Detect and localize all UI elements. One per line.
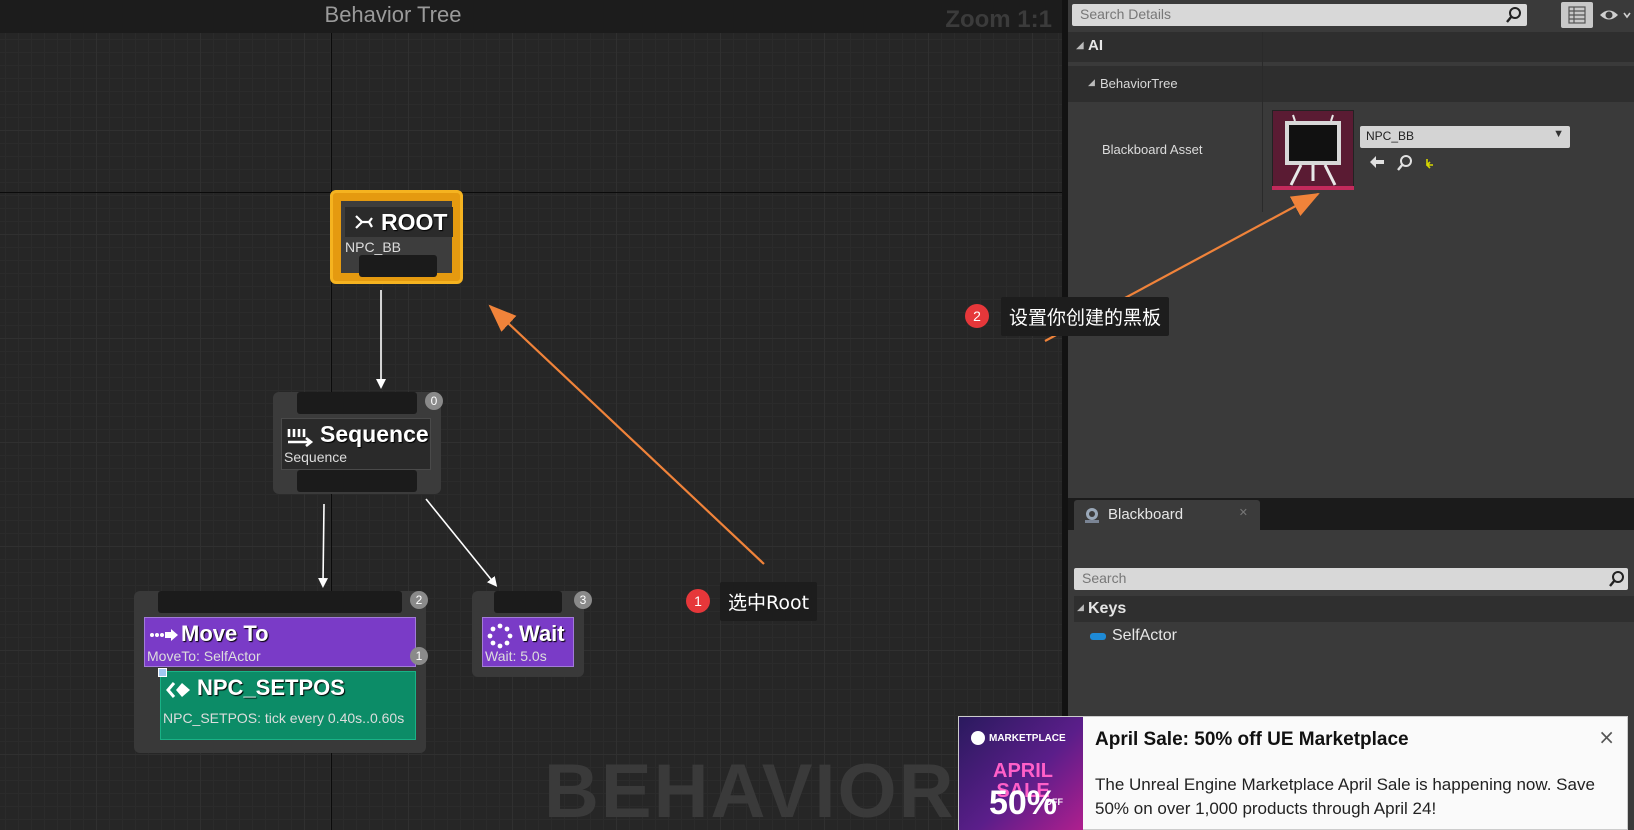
wait-input-pin[interactable]: [494, 591, 562, 613]
marketplace-notification[interactable]: MARKETPLACE APRIL SALE 50% OFF April Sal…: [958, 716, 1628, 830]
behavior-tree-graph[interactable]: Behavior Tree Zoom 1:1 BEHAVIOR TR ROOT …: [0, 0, 1062, 830]
property-column-splitter[interactable]: [1262, 32, 1263, 212]
sequence-node-header: Sequence Sequence: [281, 418, 431, 470]
asset-type-color-bar: [1272, 186, 1354, 190]
notification-title: April Sale: 50% off UE Marketplace: [1095, 729, 1409, 750]
sequence-index-badge: 0: [425, 392, 443, 410]
root-node-title: ROOT: [381, 209, 448, 235]
tab-blackboard-label: Blackboard: [1108, 506, 1184, 523]
keys-category-label: Keys: [1088, 600, 1127, 617]
graph-origin-horizontal: [0, 192, 1062, 193]
move-to-index-badge: 2: [410, 591, 428, 609]
sequence-icon: [287, 429, 314, 447]
blackboard-asset-thumbnail[interactable]: [1272, 110, 1354, 190]
blackboard-asset-combo[interactable]: NPC_BB ▼: [1360, 126, 1570, 148]
object-key-type-icon: [1090, 633, 1106, 640]
sequence-input-pin[interactable]: [297, 392, 417, 414]
wait-icon: [487, 623, 513, 649]
blackboard-asset-value: NPC_BB: [1366, 129, 1415, 143]
service-index-badge: 1: [410, 647, 428, 665]
blackboard-key-item[interactable]: SelfActor: [1090, 626, 1390, 648]
move-to-icon: [150, 629, 178, 641]
blackboard-search-input[interactable]: Search: [1074, 568, 1628, 590]
service-breakpoint-marker: [158, 668, 167, 677]
wait-node-header: Wait Wait: 5.0s: [482, 617, 574, 667]
close-tab-icon[interactable]: ✕: [1239, 506, 1248, 519]
move-to-node-header: Move To MoveTo: SelfActor: [144, 617, 416, 667]
annotation-2-number: 2: [965, 304, 989, 328]
wait-node[interactable]: 3 Wait Wait: 5.0s: [472, 591, 592, 677]
graph-header: Behavior Tree Zoom 1:1: [0, 0, 1062, 33]
search-icon[interactable]: [1505, 6, 1523, 24]
move-to-input-pin[interactable]: [158, 591, 402, 613]
view-options-button[interactable]: [1561, 2, 1593, 28]
wait-node-title: Wait: [519, 621, 565, 646]
reset-default-icon[interactable]: [1424, 157, 1436, 169]
sequence-node-subtitle: Sequence: [284, 449, 348, 465]
annotation-1-number: 1: [686, 589, 710, 613]
blackboard-easel-icon: [1285, 114, 1341, 186]
graph-title: Behavior Tree: [324, 2, 462, 27]
visibility-filter-button[interactable]: [1598, 4, 1632, 26]
blackboard-search-placeholder: Search: [1082, 570, 1127, 586]
details-search-input[interactable]: Search Details: [1072, 4, 1527, 26]
sequence-node-title: Sequence: [320, 421, 429, 447]
unreal-logo-icon: [971, 731, 985, 745]
annotation-2-text: 设置你创建的黑板: [1001, 297, 1170, 336]
tab-blackboard[interactable]: Blackboard ✕: [1074, 500, 1260, 530]
sequence-node[interactable]: Sequence Sequence 0: [273, 392, 443, 494]
table-view-icon: [1568, 6, 1586, 24]
collapse-arrow-icon: ◢: [1077, 603, 1084, 613]
move-to-node-subtitle: MoveTo: SelfActor: [147, 648, 261, 664]
move-to-node[interactable]: 2 Move To MoveTo: SelfActor 1 NPC_SETPOS…: [134, 591, 428, 753]
root-node[interactable]: ROOT NPC_BB: [330, 190, 463, 284]
details-search-placeholder: Search Details: [1080, 6, 1172, 22]
wait-node-subtitle: Wait: 5.0s: [485, 648, 547, 664]
promo-image[interactable]: MARKETPLACE APRIL SALE 50% OFF: [959, 717, 1083, 830]
keys-category[interactable]: ◢ Keys: [1074, 596, 1634, 622]
collapse-arrow-icon: ◢: [1088, 78, 1095, 88]
service-icon: [166, 682, 190, 698]
chevron-down-icon: ▼: [1553, 128, 1564, 140]
close-notification-button[interactable]: ×: [1598, 725, 1615, 749]
browse-search-icon[interactable]: [1396, 154, 1414, 172]
move-to-node-title: Move To: [181, 621, 269, 646]
wait-index-badge: 3: [574, 591, 592, 609]
root-node-header: ROOT: [345, 207, 453, 237]
category-ai[interactable]: ◢ AI: [1068, 32, 1634, 62]
root-icon: [355, 215, 373, 229]
category-ai-label: AI: [1088, 37, 1103, 54]
blackboard-asset-label: Blackboard Asset: [1102, 142, 1203, 157]
service-title: NPC_SETPOS: [197, 675, 345, 700]
promo-off: OFF: [1045, 797, 1063, 807]
blackboard-key-name: SelfActor: [1112, 627, 1177, 644]
notification-body: The Unreal Engine Marketplace April Sale…: [1095, 775, 1595, 818]
sequence-output-pin[interactable]: [297, 470, 417, 492]
service-npc-setpos[interactable]: NPC_SETPOS NPC_SETPOS: tick every 0.40s.…: [160, 671, 416, 740]
eye-icon: [1600, 10, 1631, 20]
zoom-level: Zoom 1:1: [945, 6, 1052, 33]
root-output-pin[interactable]: [359, 255, 437, 277]
subcategory-behaviortree[interactable]: ◢ BehaviorTree: [1068, 66, 1634, 102]
subcategory-behaviortree-label: BehaviorTree: [1100, 76, 1178, 91]
service-subtitle: NPC_SETPOS: tick every 0.40s..0.60s: [163, 710, 405, 726]
promo-brand: MARKETPLACE: [989, 733, 1066, 744]
collapse-arrow-icon: ◢: [1076, 40, 1084, 51]
blackboard-tab-icon: [1085, 508, 1099, 523]
root-node-subtitle: NPC_BB: [345, 239, 402, 255]
use-selected-arrow-icon[interactable]: [1368, 154, 1386, 170]
annotation-1-text: 选中Root: [720, 582, 818, 621]
search-icon[interactable]: [1608, 570, 1626, 588]
